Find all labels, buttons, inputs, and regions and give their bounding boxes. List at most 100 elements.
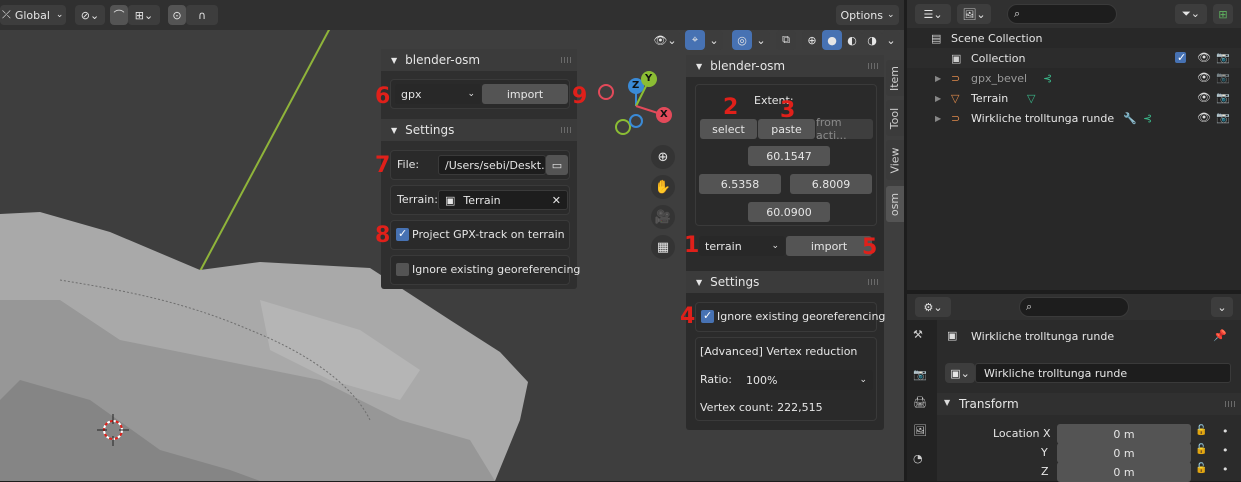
settings-header[interactable]: ▼ Settings [381,119,577,141]
lock-icon[interactable]: 🔓 [1195,425,1207,436]
snap-target-dropdown[interactable]: ⊞⌄ [128,5,160,25]
location-x-field[interactable]: 0 m [1057,424,1191,444]
transform-orientation-dropdown[interactable]: ⤫ Global ⌄ [0,5,66,25]
camera-view-icon[interactable]: 🎥 [651,205,675,229]
terrain-object-field[interactable]: ▣ Terrain ✕ [438,190,568,210]
material-shading-icon[interactable]: ◐ [842,30,862,50]
ratio-dropdown[interactable]: 100% ⌄ [740,370,873,390]
extent-max-lat-field[interactable]: 60.1547 [748,146,830,166]
editor-type-dropdown[interactable]: ⚙⌄ [915,297,951,317]
visibility-eye-icon[interactable]: 👁 [1197,51,1211,64]
data-type-dropdown[interactable]: terrain ⌄ [699,236,785,256]
gizmo-toggle-icon[interactable]: ⌖ [685,30,705,50]
select-extent-button[interactable]: select [700,119,757,139]
location-y-field[interactable]: 0 m [1057,443,1191,463]
view-filter-dropdown[interactable]: 🖼⌄ [957,4,991,24]
pin-icon[interactable]: 📌 [1213,329,1227,342]
object-name-field[interactable]: Wirkliche trolltunga runde [975,363,1231,383]
chevron-down-icon[interactable]: ⌄ [752,30,770,50]
scene-tab-icon[interactable]: ◔ [913,452,923,465]
panel-header[interactable]: ▼ blender-osm [381,49,577,71]
file-path-field[interactable]: /Users/sebi/Deskt... [438,155,546,175]
drag-grip-icon[interactable] [561,57,571,63]
expand-triangle-icon[interactable]: ▶ [935,94,941,103]
3d-viewport[interactable]: ⤫ Global ⌄ ⊘⌄ ⌒ ⊞⌄ ⊙ ∩ Options ⌄ 👁⌄ ⌖ ⌄ … [0,0,904,481]
keyframe-dot-icon[interactable]: • [1222,444,1229,457]
pan-hand-icon[interactable]: ✋ [651,175,675,199]
drag-grip-icon[interactable] [1225,401,1235,407]
chevron-down-icon[interactable]: ⌄ [705,30,723,50]
display-mode-dropdown[interactable]: ☰⌄ [915,4,951,24]
expand-triangle-icon[interactable]: ▶ [935,114,941,123]
search-input[interactable]: ⌕ [1007,4,1117,24]
collection-include-checkbox[interactable] [1175,51,1186,64]
visibility-eye-icon[interactable]: 👁 [1197,91,1211,104]
render-camera-icon[interactable]: 📷 [1216,111,1230,124]
outliner-row-scene-collection[interactable]: ▤ Scene Collection [907,28,1241,48]
lock-icon[interactable]: 🔓 [1195,444,1207,455]
from-active-button[interactable]: from acti... [816,116,873,142]
outliner[interactable]: ☰⌄ 🖼⌄ ⌕ ⏷⌄ ⊞ ▤ Scene Collection ▣ Collec… [907,0,1241,290]
transform-pivot-dropdown[interactable]: ⊘⌄ [75,5,105,25]
tab-view[interactable]: View [886,140,904,180]
source-select-dropdown[interactable]: gpx ⌄ [395,84,481,104]
expand-triangle-icon[interactable]: ▶ [935,74,941,83]
terrain-import-button[interactable]: import [786,236,872,256]
zoom-icon[interactable]: ⊕ [651,145,675,169]
xray-toggle-icon[interactable]: ⧉ [776,30,796,50]
options-dropdown[interactable]: Options ⌄ [836,5,899,25]
visibility-eye-icon[interactable]: 👁 [1197,111,1211,124]
ignore-georef-checkbox[interactable] [396,263,409,276]
close-icon[interactable]: ✕ [552,194,561,207]
render-camera-icon[interactable]: 📷 [1216,51,1230,64]
proportional-falloff-dropdown[interactable]: ∩ [186,5,218,25]
chevron-down-icon[interactable]: ⌄ [882,30,900,50]
outliner-row-trolltunga[interactable]: ▶ ⊃ Wirkliche trolltunga runde 🔧 ⊰ 👁 📷 [907,108,1241,128]
tab-item[interactable]: Item [886,60,904,96]
filter-dropdown[interactable]: ⏷⌄ [1175,4,1207,24]
solid-shading-icon[interactable]: ● [822,30,842,50]
render-tab-icon[interactable]: 📷 [913,368,927,381]
navigation-gizmo[interactable] [596,68,682,138]
properties-editor[interactable]: ⚙⌄ ⌕ ⌄ ⚒ 📷 🖨 🖼 ◔ ▣ Wirkliche trolltunga … [907,294,1241,482]
extent-min-lon-field[interactable]: 6.5358 [699,174,781,194]
outliner-row-gpx-bevel[interactable]: ▶ ⊃ gpx_bevel ⊰ 👁 📷 [907,68,1241,88]
perspective-grid-icon[interactable]: ▦ [651,235,675,259]
panel-header[interactable]: ▼ blender-osm [686,55,884,77]
output-tab-icon[interactable]: 🖨 [913,396,927,409]
project-gpx-checkbox[interactable] [396,227,409,241]
gpx-import-button[interactable]: import [482,84,568,104]
overlays-toggle-icon[interactable]: ◎ [732,30,752,50]
outliner-row-terrain[interactable]: ▶ ▽ Terrain ▽ 👁 📷 [907,88,1241,108]
visibility-dropdown[interactable]: 👁⌄ [650,30,680,50]
render-camera-icon[interactable]: 📷 [1216,91,1230,104]
render-camera-icon[interactable]: 📷 [1216,71,1230,84]
tab-tool[interactable]: Tool [886,100,904,136]
view-layer-tab-icon[interactable]: 🖼 [913,424,927,437]
settings-header[interactable]: ▼ Settings [686,271,884,293]
folder-browse-icon[interactable]: ▭ [546,155,568,175]
transform-header[interactable]: ▼ Transform [937,393,1241,415]
location-z-field[interactable]: 0 m [1057,462,1191,482]
wireframe-shading-icon[interactable]: ⊕ [802,30,822,50]
search-input[interactable]: ⌕ [1019,297,1129,317]
outliner-row-collection[interactable]: ▣ Collection 👁 📷 [907,48,1241,68]
drag-grip-icon[interactable] [868,279,878,285]
extent-max-lon-field[interactable]: 6.8009 [790,174,872,194]
new-collection-icon[interactable]: ⊞ [1213,4,1233,24]
tab-osm[interactable]: osm [886,186,904,222]
drag-grip-icon[interactable] [868,63,878,69]
chevron-down-icon[interactable]: ⌄ [1211,297,1233,317]
proportional-edit-icon[interactable]: ⊙ [168,5,186,25]
keyframe-dot-icon[interactable]: • [1222,425,1229,438]
tool-tab-icon[interactable]: ⚒ [913,328,923,341]
keyframe-dot-icon[interactable]: • [1222,463,1229,476]
drag-grip-icon[interactable] [561,127,571,133]
object-data-dropdown[interactable]: ▣⌄ [945,363,975,383]
rendered-shading-icon[interactable]: ◑ [862,30,882,50]
extent-min-lat-field[interactable]: 60.0900 [748,202,830,222]
lock-icon[interactable]: 🔓 [1195,463,1207,474]
snap-toggle-icon[interactable]: ⌒ [110,5,128,25]
ignore-georef-checkbox[interactable] [701,309,714,323]
visibility-eye-icon[interactable]: 👁 [1197,71,1211,84]
